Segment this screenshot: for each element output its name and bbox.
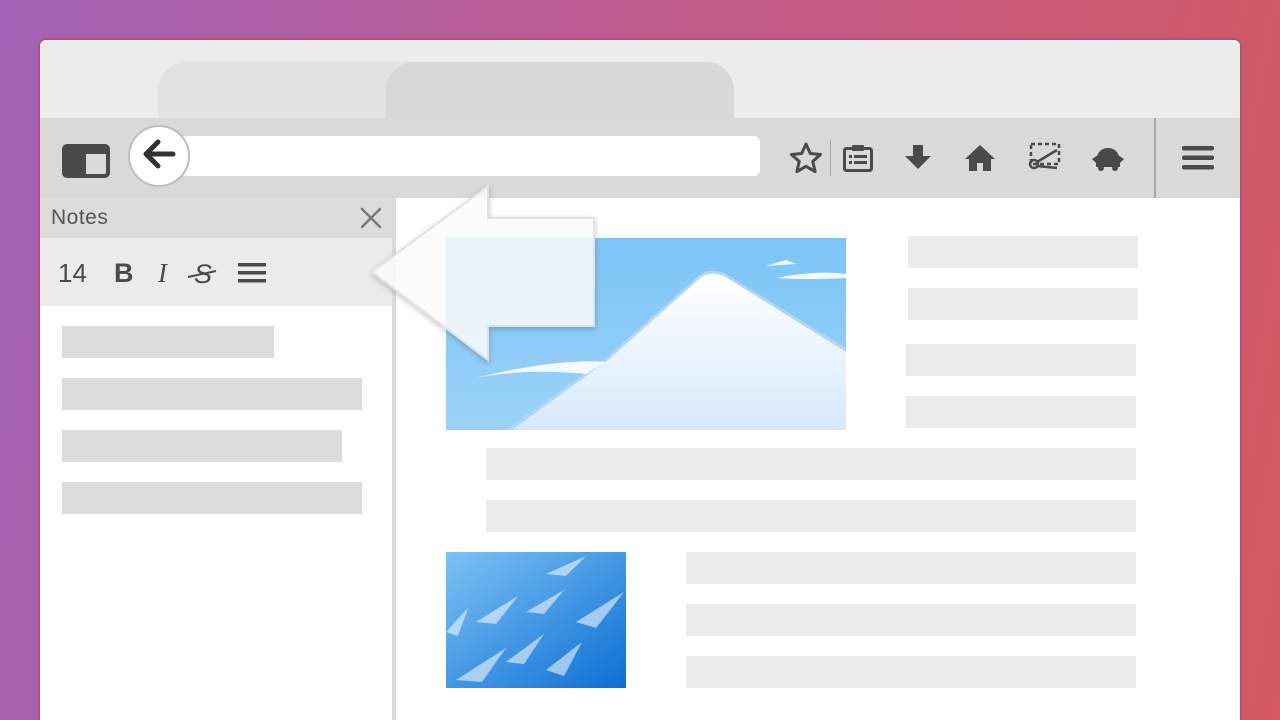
notes-title: Notes bbox=[51, 206, 109, 229]
back-arrow-icon bbox=[142, 139, 176, 174]
sidebar-icon[interactable] bbox=[62, 144, 110, 178]
placeholder-line bbox=[62, 378, 362, 410]
placeholder-line bbox=[908, 236, 1138, 268]
placeholder-line bbox=[906, 344, 1136, 376]
toolbar-divider bbox=[1154, 118, 1156, 198]
tracking-icon[interactable] bbox=[1088, 138, 1128, 178]
reading-list-icon[interactable] bbox=[838, 138, 878, 178]
pointer-arrow-icon bbox=[370, 184, 595, 363]
format-toolbar: 14 B I S bbox=[40, 238, 392, 306]
notes-sidebar: Notes 14 B I S bbox=[40, 198, 396, 720]
placeholder-line bbox=[686, 656, 1136, 688]
placeholder-line bbox=[62, 430, 342, 462]
url-bar[interactable] bbox=[168, 136, 760, 176]
placeholder-line bbox=[62, 326, 274, 358]
strikethrough-icon: S bbox=[187, 259, 217, 289]
italic-button[interactable]: I bbox=[158, 256, 167, 290]
home-icon[interactable] bbox=[960, 138, 1000, 178]
placeholder-line bbox=[62, 482, 362, 514]
bold-button[interactable]: B bbox=[114, 256, 134, 290]
hamburger-menu-icon[interactable] bbox=[1178, 138, 1218, 178]
tab-strip bbox=[40, 40, 1240, 118]
placeholder-line bbox=[906, 396, 1136, 428]
notes-header: Notes bbox=[40, 198, 392, 238]
download-icon[interactable] bbox=[898, 138, 938, 178]
placeholder-line bbox=[686, 604, 1136, 636]
list-icon bbox=[238, 263, 266, 283]
screenshot-icon[interactable] bbox=[1024, 138, 1064, 178]
placeholder-line bbox=[486, 448, 1136, 480]
placeholder-line bbox=[908, 288, 1138, 320]
placeholder-line bbox=[686, 552, 1136, 584]
star-icon[interactable] bbox=[786, 138, 826, 178]
back-button[interactable] bbox=[128, 125, 190, 187]
font-size-button[interactable]: 14 bbox=[58, 256, 87, 290]
browser-window: Notes 14 B I S bbox=[38, 38, 1242, 720]
placeholder-line bbox=[486, 500, 1136, 532]
toolbar-separator bbox=[830, 140, 831, 176]
tab-active[interactable] bbox=[386, 62, 734, 118]
strikethrough-button[interactable]: S bbox=[186, 256, 218, 290]
navigation-toolbar bbox=[40, 118, 1240, 198]
birds-image bbox=[446, 552, 626, 688]
list-button[interactable] bbox=[238, 256, 266, 290]
